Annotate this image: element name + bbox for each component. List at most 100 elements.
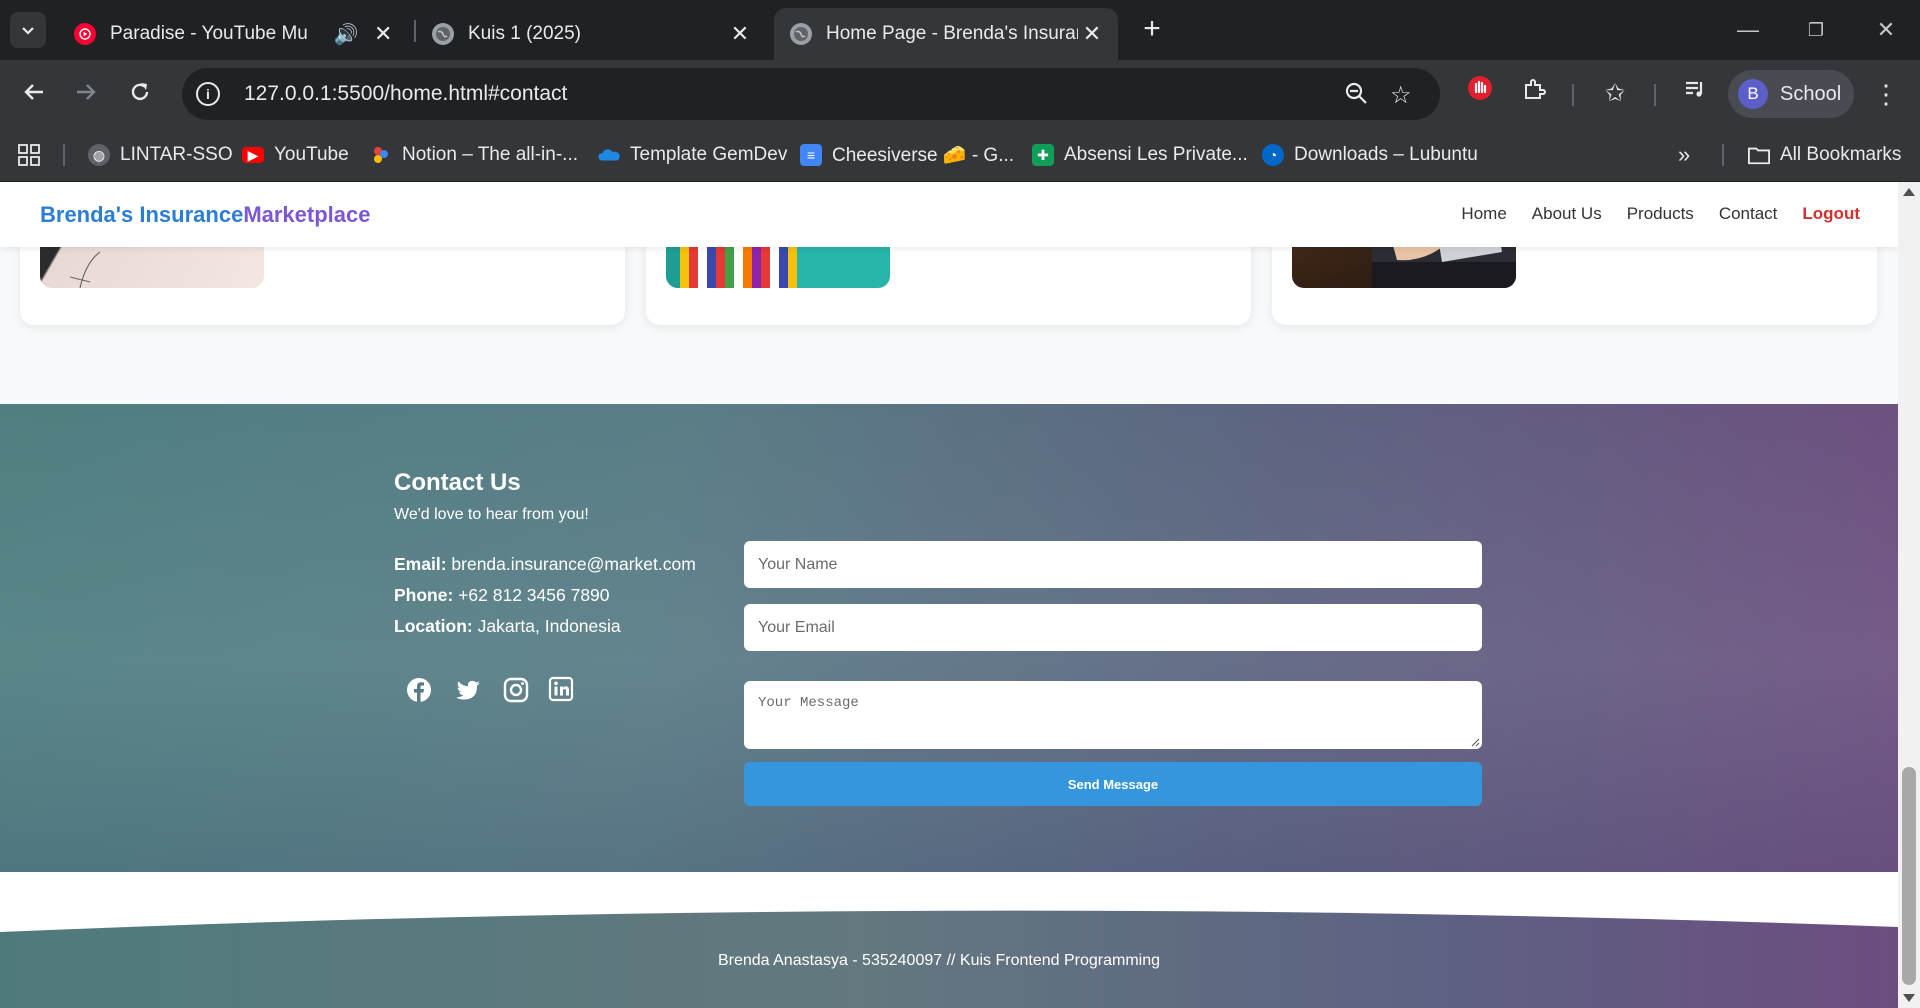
brand-name-part2: Marketplace	[243, 202, 371, 227]
location-value: Jakarta, Indonesia	[477, 616, 621, 636]
bookmark-separator	[63, 144, 65, 166]
bookmark-downloads-lubuntu[interactable]: ◔ Downloads – Lubuntu	[1262, 140, 1478, 170]
site-info-icon[interactable]: i	[196, 82, 220, 106]
tab-strip: Paradise - YouTube Music 🔊 ✕ Kuis 1 (202…	[0, 0, 1920, 60]
bookmark-cheesiverse[interactable]: ≡ Cheesiverse 🧀 - G...	[800, 140, 1014, 170]
nav-link-about-us[interactable]: About Us	[1532, 204, 1602, 224]
bookmark-youtube[interactable]: ▶ YouTube	[242, 140, 349, 170]
brand-name-part1: Brenda's Insurance	[40, 202, 244, 227]
send-message-button[interactable]: Send Message	[744, 762, 1482, 806]
nav-link-home[interactable]: Home	[1461, 204, 1506, 224]
bookmark-notion[interactable]: Notion – The all-in-...	[370, 140, 578, 170]
logout-link[interactable]: Logout	[1802, 204, 1860, 224]
resize-grip-icon[interactable]	[1470, 737, 1480, 747]
bookmark-label: Absensi Les Private...	[1064, 144, 1248, 165]
scroll-down-arrow-icon[interactable]	[1903, 994, 1915, 1002]
docs-icon: ≡	[800, 144, 822, 166]
bookmark-label: LINTAR-SSO	[120, 144, 233, 165]
facebook-icon[interactable]	[405, 676, 435, 706]
bookmark-label: YouTube	[274, 144, 349, 165]
nav-link-products[interactable]: Products	[1627, 204, 1694, 224]
all-bookmarks-button[interactable]: All Bookmarks	[1748, 140, 1901, 170]
close-tab-icon[interactable]: ✕	[728, 21, 752, 47]
close-tab-icon[interactable]: ✕	[1080, 21, 1104, 47]
contact-title: Contact Us	[394, 469, 521, 496]
tab-title: Kuis 1 (2025)	[468, 23, 582, 44]
contact-location: Location: Jakarta, Indonesia	[394, 616, 621, 637]
instagram-icon[interactable]	[502, 676, 532, 706]
contact-email: Email: brenda.insurance@market.com	[394, 554, 696, 575]
email-input[interactable]	[744, 604, 1482, 651]
reload-button[interactable]	[120, 74, 160, 114]
tab-title: Paradise - YouTube Music	[110, 23, 308, 44]
profile-button[interactable]: B School	[1728, 70, 1854, 118]
onedrive-icon	[598, 144, 620, 166]
notion-icon	[370, 144, 392, 166]
avatar: B	[1738, 79, 1768, 109]
bookmark-label: Template GemDev	[630, 144, 788, 165]
star-icon[interactable]: ☆	[1390, 81, 1412, 110]
forward-button[interactable]	[66, 74, 106, 114]
extensions-puzzle-icon[interactable]	[1514, 74, 1554, 114]
nav-link-contact[interactable]: Contact	[1719, 204, 1778, 224]
zoom-icon[interactable]	[1344, 81, 1368, 112]
tab-kuis[interactable]: Kuis 1 (2025) ✕	[416, 8, 766, 60]
contact-section: Contact Us We'd love to hear from you! E…	[0, 404, 1898, 872]
tab-search-button[interactable]	[10, 12, 46, 48]
tab-title: Home Page - Brenda's Insurance	[826, 23, 1078, 44]
contact-subtitle: We'd love to hear from you!	[394, 506, 589, 523]
bookmarks-bar: ◍ LINTAR-SSO ▶ YouTube Notion – The all-…	[0, 128, 1920, 182]
nav-links: Home About Us Products Contact Logout	[1436, 204, 1860, 224]
toolbar-separator	[1654, 84, 1656, 106]
menu-kebab-icon[interactable]: ⋮	[1866, 74, 1906, 114]
profile-name: School	[1780, 82, 1842, 105]
site-brand-logo[interactable]: Brenda's InsuranceMarketplace	[40, 202, 371, 228]
toolbar-separator	[1572, 84, 1574, 106]
youtube-music-icon	[74, 23, 96, 45]
linkedin-icon[interactable]	[548, 676, 578, 706]
minimize-button[interactable]: —	[1728, 10, 1768, 50]
url-text[interactable]: 127.0.0.1:5500/home.html#contact	[244, 82, 567, 106]
audio-icon[interactable]: 🔊	[334, 22, 359, 47]
media-control-icon[interactable]	[1675, 74, 1715, 114]
arrow-right-icon	[77, 84, 96, 100]
footer-wave-background	[0, 872, 1898, 1008]
page-scrollbar[interactable]	[1898, 182, 1920, 1008]
apps-grid-icon[interactable]	[18, 140, 40, 170]
site-navbar: Brenda's InsuranceMarketplace Home About…	[0, 182, 1898, 247]
globe-icon	[432, 23, 454, 45]
email-label: Email:	[394, 554, 447, 574]
bookmark-template-gemdev[interactable]: Template GemDev	[598, 140, 787, 170]
address-bar[interactable]: i 127.0.0.1:5500/home.html#contact ☆	[182, 68, 1440, 120]
sheets-icon: ✚	[1032, 144, 1054, 166]
close-tab-icon[interactable]: ✕	[373, 21, 394, 47]
restore-button[interactable]: ❐	[1796, 10, 1836, 50]
bookmark-label: Downloads – Lubuntu	[1294, 144, 1478, 165]
extension-stop-icon[interactable]	[1460, 74, 1500, 114]
phone-label: Phone:	[394, 585, 454, 605]
favorites-star-icon[interactable]: ✩	[1595, 74, 1635, 114]
youtube-icon: ▶	[242, 147, 264, 163]
close-window-button[interactable]: ✕	[1866, 10, 1906, 50]
arrow-left-icon	[24, 84, 43, 100]
bookmark-label: Cheesiverse 🧀 - G...	[832, 145, 1015, 166]
lubuntu-icon: ◔	[1262, 144, 1284, 166]
tab-youtube-music[interactable]: Paradise - YouTube Music 🔊 ✕	[58, 8, 408, 60]
name-input[interactable]	[744, 541, 1482, 588]
message-textarea[interactable]	[744, 681, 1482, 749]
tab-home-page[interactable]: Home Page - Brenda's Insurance ✕	[774, 8, 1118, 60]
bookmark-lintar-sso[interactable]: ◍ LINTAR-SSO	[88, 140, 233, 170]
reload-icon	[131, 83, 149, 101]
scroll-up-arrow-icon[interactable]	[1903, 188, 1915, 196]
twitter-icon[interactable]	[454, 676, 484, 706]
back-button[interactable]	[14, 74, 54, 114]
more-bookmarks-chevron-icon[interactable]: »	[1678, 140, 1690, 170]
new-tab-button[interactable]: +	[1136, 12, 1168, 48]
folder-icon	[1748, 144, 1770, 166]
phone-value: +62 812 3456 7890	[458, 585, 610, 605]
bookmark-absensi[interactable]: ✚ Absensi Les Private...	[1032, 140, 1248, 170]
scrollbar-thumb[interactable]	[1902, 767, 1916, 985]
bookmark-label: Notion – The all-in-...	[402, 144, 579, 165]
chevron-down-icon	[22, 27, 34, 35]
browser-toolbar: i 127.0.0.1:5500/home.html#contact ☆ ✩ B…	[0, 60, 1920, 128]
